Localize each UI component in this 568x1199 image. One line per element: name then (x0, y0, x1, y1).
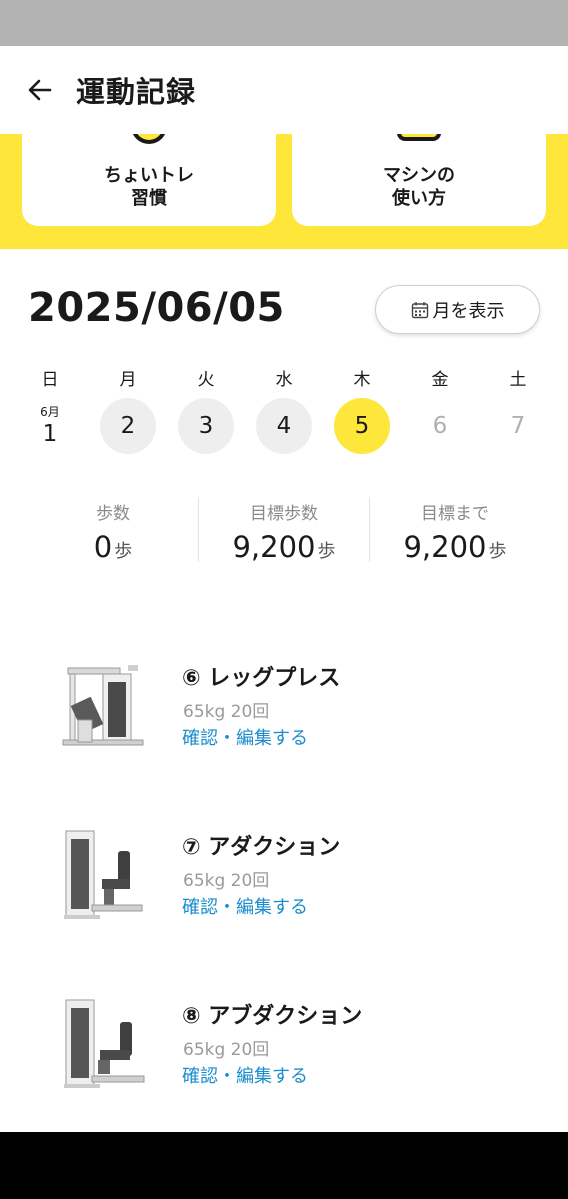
day-number: 7 (510, 413, 526, 439)
day-wed[interactable]: 水 4 (245, 363, 323, 463)
edit-link[interactable]: 確認・編集する (182, 724, 308, 750)
machine-title: ⑦ アダクション (182, 835, 341, 860)
arrow-left-icon (28, 79, 52, 101)
step-value: 9,200 (403, 530, 487, 564)
step-value: 9,200 (232, 530, 316, 564)
machine-item: ⑥ レッグプレス 65kg 20回 確認・編集する (0, 660, 568, 770)
adduction-machine (64, 830, 143, 919)
machine-item: ⑦ アダクション 65kg 20回 確認・編集する (0, 829, 568, 939)
machine-item: ⑧ アブダクション 65kg 20回 確認・編集する (0, 998, 568, 1108)
day-number: 6 (432, 413, 448, 439)
edit-link[interactable]: 確認・編集する (182, 893, 308, 919)
step-summary: 歩数 0歩 目標歩数 9,200 歩 目標まで 9,200 歩 (28, 497, 540, 564)
show-month-label: 月を表示 (432, 300, 505, 322)
day-name: 日 (41, 370, 59, 390)
step-unit: 歩 (488, 541, 507, 562)
day-name: 土 (509, 370, 527, 390)
system-navigation-bar (0, 1132, 568, 1199)
app-bar: 運動記録 (0, 46, 568, 134)
day-number: 1 (42, 421, 58, 447)
step-label: 歩数 (96, 504, 130, 524)
step-label: 目標歩数 (250, 504, 318, 524)
shortcut-banner: ちょいトレ 習慣 マシンの 使い方 (0, 134, 568, 249)
day-name: 月 (119, 370, 137, 390)
machine-guide-icon (397, 134, 441, 141)
leg-press-machine (62, 665, 144, 746)
step-value: 0 (93, 530, 113, 564)
step-goal: 目標歩数 9,200 歩 (198, 497, 369, 564)
day-name: 金 (431, 370, 449, 390)
day-name: 水 (275, 370, 293, 390)
calendar-icon (411, 301, 428, 318)
day-sat: 土 7 (479, 363, 557, 463)
day-fri: 金 6 (401, 363, 479, 463)
day-name: 木 (353, 370, 371, 390)
selected-date: 2025/06/05 (28, 285, 285, 331)
show-month-button[interactable]: 月を表示 (375, 285, 540, 334)
day-number-selected: 5 (334, 398, 390, 454)
chot-tore-card[interactable]: ちょいトレ 習慣 (22, 134, 276, 226)
machine-title: ⑧ アブダクション (182, 1004, 363, 1029)
day-tue[interactable]: 火 3 (167, 363, 245, 463)
chot-tore-label: ちょいトレ 習慣 (104, 165, 194, 209)
abduction-machine (64, 999, 145, 1088)
day-mon[interactable]: 月 2 (89, 363, 167, 463)
machine-detail: 65kg 20回 (183, 1040, 270, 1060)
day-thu[interactable]: 木 5 (323, 363, 401, 463)
step-count: 歩数 0歩 (28, 497, 198, 564)
page-title: 運動記録 (76, 75, 197, 109)
day-name: 火 (197, 370, 215, 390)
status-bar (0, 0, 568, 46)
chot-tore-icon (131, 134, 167, 144)
machine-title: ⑥ レッグプレス (182, 666, 341, 691)
step-unit: 歩 (317, 541, 336, 562)
edit-link[interactable]: 確認・編集する (182, 1062, 308, 1088)
day-number: 4 (256, 398, 312, 454)
day-sun[interactable]: 日 6月 1 (11, 363, 89, 463)
day-number: 2 (100, 398, 156, 454)
machine-guide-label: マシンの 使い方 (383, 165, 455, 209)
day-number: 3 (178, 398, 234, 454)
machine-detail: 65kg 20回 (183, 871, 270, 891)
machine-guide-card[interactable]: マシンの 使い方 (292, 134, 546, 226)
step-label: 目標まで (421, 504, 489, 524)
back-button[interactable] (20, 70, 60, 110)
step-remaining: 目標まで 9,200 歩 (369, 497, 540, 564)
machine-detail: 65kg 20回 (183, 702, 270, 722)
week-strip: 日 6月 1 月 2 火 3 水 4 木 5 金 6 土 7 (11, 363, 557, 463)
step-unit: 歩 (114, 541, 133, 562)
day-month-label: 6月 (40, 405, 60, 419)
